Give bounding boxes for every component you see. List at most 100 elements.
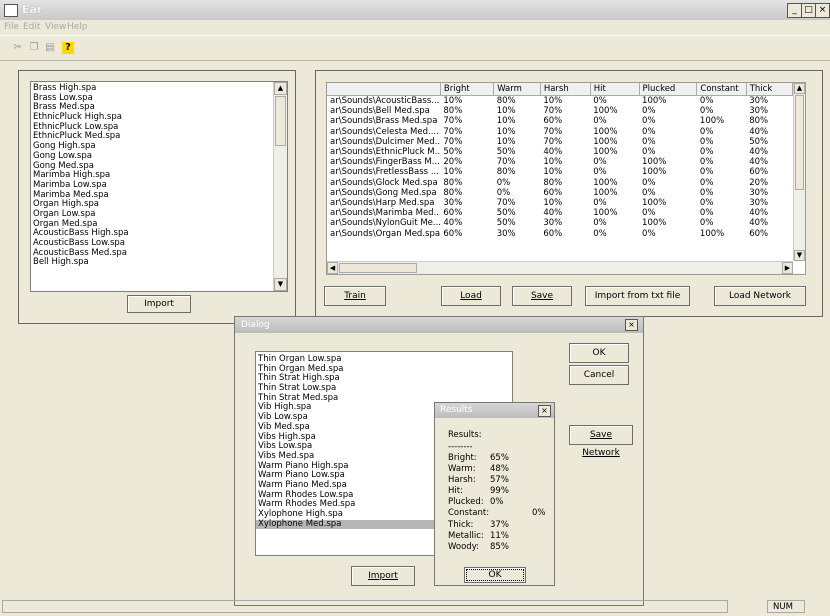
- column-header[interactable]: [327, 83, 441, 96]
- grid-scroll-left-icon[interactable]: ◀: [327, 262, 338, 274]
- column-header[interactable]: Plucked: [639, 83, 698, 96]
- dialog-ok-button[interactable]: OK: [569, 343, 629, 363]
- load-network-button[interactable]: Load Network: [714, 286, 806, 306]
- table-cell: 0%: [642, 187, 656, 198]
- scroll-up-icon[interactable]: ▲: [274, 82, 287, 95]
- window-title: Ear: [22, 3, 43, 16]
- train-button[interactable]: Train: [324, 286, 386, 306]
- table-row[interactable]: ar\Sounds\Brass Med.spa 70% 10% 60% 0% 0% 100%…: [327, 116, 793, 126]
- table-cell: 80%: [749, 116, 769, 127]
- table-cell: 60%: [543, 228, 563, 239]
- num-lock-indicator: NUM: [767, 600, 805, 613]
- sound-file-list[interactable]: Brass High.spa Brass Low.spa Brass Med.spa…: [30, 81, 288, 292]
- help-icon[interactable]: ?: [62, 42, 74, 54]
- table-cell: 0%: [699, 167, 714, 178]
- table-row[interactable]: ar\Sounds\EthnicPluck M... 50% 50% 40% 100% 0…: [327, 147, 793, 157]
- table-cell: 100%: [593, 126, 618, 137]
- app-icon: [4, 4, 18, 17]
- vertical-scrollbar[interactable]: ▲ ▼: [273, 82, 287, 291]
- minimize-button[interactable]: _: [787, 3, 802, 18]
- table-row[interactable]: ar\Sounds\FingerBass M... 20% 70% 10% 0% 100%…: [327, 157, 793, 167]
- close-button[interactable]: ×: [815, 3, 830, 18]
- table-row[interactable]: ar\Sounds\FretlessBass ... 10% 80% 10% 0% 100…: [327, 167, 793, 177]
- table-cell: 0%: [642, 126, 656, 137]
- results-title: Results: [440, 405, 473, 415]
- table-cell: 70%: [543, 106, 563, 117]
- table-cell: 0%: [699, 218, 714, 229]
- table-cell: ar\Sounds\EthnicPluck M...: [330, 147, 441, 158]
- table-row[interactable]: ar\Sounds\AcousticBass... 10% 80% 10% 0% 100%…: [327, 96, 793, 107]
- scroll-down-icon[interactable]: ▼: [274, 278, 287, 291]
- maximize-button[interactable]: □: [801, 3, 816, 18]
- table-cell: 100%: [642, 96, 667, 106]
- table-cell: 80%: [543, 177, 563, 188]
- table-cell: 80%: [443, 187, 463, 198]
- import-button[interactable]: Import: [127, 295, 191, 313]
- table-cell: 0%: [699, 157, 714, 168]
- table-row[interactable]: ar\Sounds\Bell Med.spa 80% 10% 70% 100% 0% 0% 3…: [327, 106, 793, 116]
- dialog-title: Dialog: [241, 320, 270, 330]
- grid-scroll-thumb[interactable]: [795, 95, 804, 190]
- menu-edit[interactable]: Edit: [23, 22, 40, 32]
- results-title-bar: Results ×: [435, 403, 554, 418]
- table-cell: 30%: [749, 106, 769, 117]
- training-data-grid[interactable]: Bright Warm Harsh Hit Plucked Constant Thick ar…: [326, 82, 806, 275]
- table-row[interactable]: ar\Sounds\Marimba Med... 60% 50% 40% 100% 0% 0…: [327, 208, 793, 218]
- table-cell: 100%: [642, 218, 667, 229]
- table-row[interactable]: ar\Sounds\Dulcimer Med... 70% 10% 70% 100% 0%…: [327, 137, 793, 147]
- table-row[interactable]: ar\Sounds\Organ Med.spa 60% 30% 60% 0% 0% 100%…: [327, 229, 793, 239]
- import-txt-button[interactable]: Import from txt file: [585, 286, 690, 306]
- table-cell: 20%: [749, 177, 769, 188]
- cut-icon[interactable]: ✂: [12, 42, 24, 54]
- sound-list-panel: Brass High.spa Brass Low.spa Brass Med.spa…: [18, 70, 296, 324]
- copy-icon[interactable]: ❐: [28, 42, 40, 54]
- dialog-cancel-button[interactable]: Cancel: [569, 365, 629, 385]
- table-cell: ar\Sounds\FingerBass M...: [330, 157, 440, 168]
- table-cell: 60%: [443, 208, 463, 219]
- table-cell: ar\Sounds\Organ Med.spa: [330, 228, 441, 239]
- grid-scroll-up-icon[interactable]: ▲: [794, 83, 805, 94]
- table-row[interactable]: ar\Sounds\Harp Med.spa 30% 70% 10% 0% 100% 0% 3…: [327, 198, 793, 208]
- grid-horizontal-scrollbar[interactable]: ◀ ▶: [327, 261, 793, 274]
- save-button[interactable]: Save: [512, 286, 572, 306]
- grid-scroll-down-icon[interactable]: ▼: [794, 250, 805, 261]
- column-header[interactable]: Harsh: [540, 83, 591, 96]
- list-item[interactable]: Xylophone Med.spa: [256, 519, 462, 530]
- table-row[interactable]: ar\Sounds\Glock Med.spa 80% 0% 80% 100% 0% 0% 2…: [327, 178, 793, 188]
- menu-help[interactable]: Help: [67, 22, 88, 32]
- table-cell: 10%: [543, 157, 563, 168]
- table-row[interactable]: ar\Sounds\NylonGuit Me... 40% 50% 30% 0% 100%…: [327, 218, 793, 228]
- table-row[interactable]: ar\Sounds\Gong Med.spa 80% 0% 60% 100% 0% 0% 30…: [327, 188, 793, 198]
- table-cell: ar\Sounds\Celesta Med....: [330, 126, 439, 137]
- save-network-button[interactable]: Save Network: [569, 425, 633, 458]
- paste-icon[interactable]: ▤: [44, 42, 56, 54]
- load-button[interactable]: Load: [441, 286, 501, 306]
- table-cell: 0%: [699, 208, 714, 219]
- result-value: 85%: [490, 542, 509, 552]
- scroll-thumb[interactable]: [275, 96, 286, 146]
- grid-hscroll-thumb[interactable]: [339, 263, 417, 273]
- column-header[interactable]: Bright: [440, 83, 495, 96]
- results-close-icon[interactable]: ×: [538, 405, 551, 417]
- table-cell: 0%: [642, 147, 656, 158]
- column-header[interactable]: Thick: [746, 83, 794, 96]
- table-cell: ar\Sounds\Glock Med.spa: [330, 177, 438, 188]
- table-row[interactable]: ar\Sounds\Celesta Med.... 70% 10% 70% 100% 0%…: [327, 127, 793, 137]
- column-header[interactable]: Hit: [590, 83, 640, 96]
- dialog-import-button[interactable]: Import: [351, 566, 415, 586]
- menu-file[interactable]: File: [4, 22, 19, 32]
- column-header[interactable]: Warm: [493, 83, 541, 96]
- table-cell: 0%: [699, 187, 714, 198]
- grid-scroll-right-icon[interactable]: ▶: [782, 262, 793, 274]
- result-value: 11%: [490, 531, 509, 541]
- table-cell: 10%: [543, 96, 563, 106]
- menu-view[interactable]: View: [45, 22, 66, 32]
- column-header[interactable]: Constant: [696, 83, 747, 96]
- grid-vertical-scrollbar[interactable]: ▲ ▼: [793, 83, 805, 261]
- status-bar: NUM: [0, 598, 830, 616]
- table-cell: 0%: [496, 177, 511, 188]
- results-ok-button[interactable]: OK: [464, 567, 526, 583]
- table-cell: 0%: [642, 106, 656, 117]
- dialog-close-icon[interactable]: ×: [625, 319, 638, 331]
- list-item[interactable]: Bell High.spa: [31, 258, 273, 268]
